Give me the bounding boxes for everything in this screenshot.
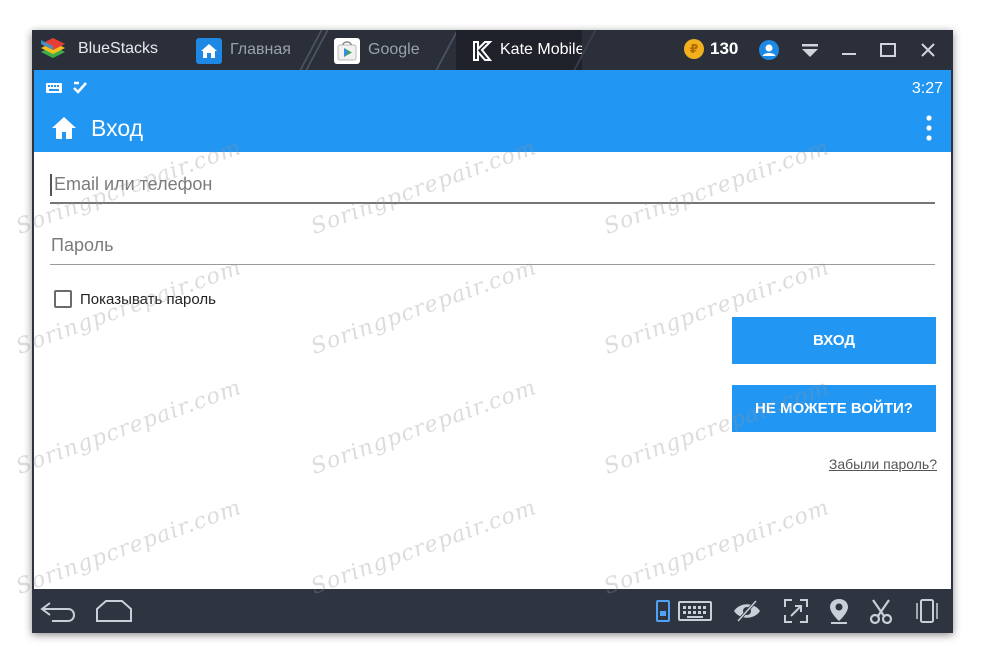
- status-clock: 3:27: [911, 80, 943, 97]
- status-bar: 3:27: [34, 70, 951, 108]
- tab-label: Google: [368, 41, 420, 58]
- notification-icon: [73, 81, 87, 94]
- close-icon[interactable]: [916, 38, 940, 62]
- rotate-device-icon[interactable]: [914, 597, 940, 625]
- android-screen: 3:27 Вход Показывать пароль ВХОД НЕ МО: [34, 70, 951, 589]
- menu-dropdown-icon[interactable]: [798, 38, 822, 62]
- forgot-password-link[interactable]: Забыли пароль?: [829, 456, 937, 472]
- tab-home[interactable]: Главная: [184, 30, 306, 70]
- text-caret: [50, 174, 52, 196]
- fullscreen-icon[interactable]: [782, 597, 810, 625]
- keyboard-icon: [46, 83, 62, 93]
- play-store-icon: [334, 38, 360, 64]
- show-password-checkbox[interactable]: [54, 290, 72, 308]
- keyboard-icon[interactable]: [678, 597, 712, 625]
- maximize-icon[interactable]: [876, 38, 900, 62]
- minimize-icon[interactable]: [837, 38, 861, 62]
- cant-login-button[interactable]: НЕ МОЖЕТЕ ВОЙТИ?: [732, 385, 936, 432]
- login-input[interactable]: [50, 166, 935, 202]
- page-title: Вход: [91, 115, 144, 141]
- password-input[interactable]: [50, 227, 935, 264]
- login-button[interactable]: ВХОД: [732, 317, 936, 364]
- scissors-icon[interactable]: [868, 597, 894, 625]
- visibility-toggle-icon[interactable]: [732, 597, 762, 625]
- tab-label: Kate Mobile: [500, 41, 582, 58]
- login-field-wrapper: [50, 166, 935, 204]
- home-nav-icon[interactable]: [94, 597, 134, 625]
- back-icon[interactable]: [38, 597, 78, 625]
- more-vert-icon[interactable]: [925, 114, 933, 142]
- account-icon[interactable]: [757, 38, 781, 62]
- password-field-wrapper: [50, 227, 935, 265]
- title-bar: BlueStacks Главная Google Kate Mobile ₽ …: [32, 30, 953, 70]
- tab-kate-mobile[interactable]: Kate Mobile: [456, 30, 582, 70]
- location-icon[interactable]: [828, 597, 850, 625]
- coin-balance[interactable]: 130: [710, 39, 738, 59]
- home-icon[interactable]: [50, 114, 78, 142]
- tab-label: Главная: [230, 41, 291, 58]
- bluestacks-logo-icon: [41, 38, 65, 58]
- app-name: BlueStacks: [78, 40, 159, 57]
- coin-icon: ₽: [684, 39, 704, 59]
- tab-google[interactable]: Google: [322, 30, 440, 70]
- bluestacks-nav-bar: [32, 589, 953, 633]
- kate-mobile-icon: [473, 41, 493, 61]
- app-bar: Вход: [34, 108, 951, 152]
- show-password-label: Показывать пароль: [80, 291, 216, 308]
- device-lock-icon[interactable]: [655, 597, 671, 625]
- bluestacks-window: BlueStacks Главная Google Kate Mobile ₽ …: [32, 30, 953, 633]
- home-icon: [196, 38, 222, 64]
